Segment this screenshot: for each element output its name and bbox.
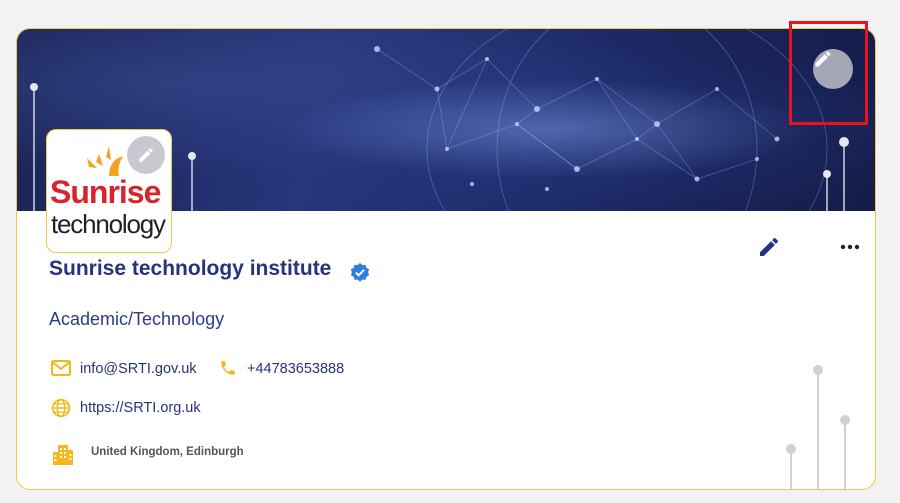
phone-icon	[221, 361, 235, 375]
mail-icon	[51, 360, 71, 376]
globe-icon	[51, 398, 71, 418]
profile-category: Academic/Technology	[49, 309, 225, 329]
profile-name: Sunrise technology institute	[49, 257, 332, 280]
location-text: United Kingdom, Edinburgh	[91, 446, 244, 458]
logo-text-sunrise: Sunrise	[50, 174, 161, 210]
edit-profile-button[interactable]	[757, 235, 781, 259]
email-link[interactable]: info@SRTI.gov.uk	[80, 361, 197, 377]
edit-cover-button[interactable]	[813, 49, 853, 89]
phone-link[interactable]: +44783653888	[247, 361, 344, 377]
decorative-pins	[786, 365, 850, 489]
edit-logo-button[interactable]	[127, 136, 165, 174]
more-horizontal-icon[interactable]	[838, 237, 862, 257]
pencil-icon	[139, 148, 153, 162]
website-link[interactable]: https://SRTI.org.uk	[80, 400, 201, 416]
pencil-icon	[815, 51, 831, 67]
building-icon	[53, 445, 73, 465]
verified-badge-icon	[350, 262, 370, 282]
logo-text-technology: technology	[51, 209, 166, 239]
profile-logo: Sunrise technology	[46, 129, 172, 253]
